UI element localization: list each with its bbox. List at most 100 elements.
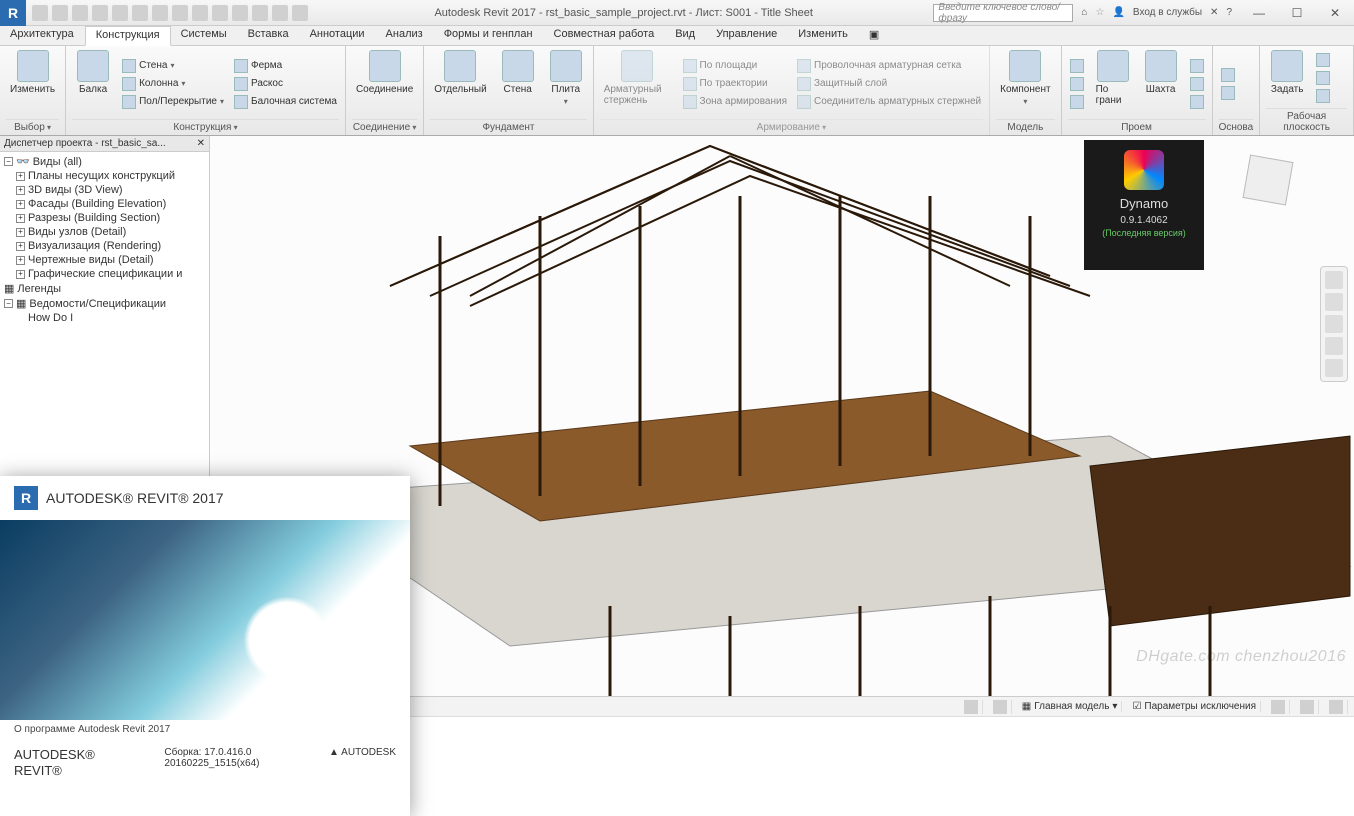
search-input[interactable]: Введите ключевое слово/фразу <box>933 4 1073 22</box>
qat-align-icon[interactable] <box>152 5 168 21</box>
wall-foundation-button[interactable]: Стена <box>497 48 539 119</box>
tab-systems[interactable]: Системы <box>171 26 238 45</box>
truss-button[interactable]: Ферма <box>232 58 339 74</box>
beam-button[interactable]: Балка <box>72 48 114 119</box>
qat-open-icon[interactable] <box>32 5 48 21</box>
modify-button[interactable]: Изменить <box>6 48 59 119</box>
signin-icon[interactable]: 👤 <box>1112 7 1124 18</box>
opening-dormer-button[interactable] <box>1188 94 1206 110</box>
wall-button[interactable]: Стена <box>120 58 226 74</box>
by-face-button[interactable]: По грани <box>1092 48 1134 119</box>
tree-graphic-specs[interactable]: +Графические спецификации и <box>0 267 209 281</box>
opening-extra1-button[interactable] <box>1068 58 1086 74</box>
panel-select-label[interactable]: Выбор <box>6 119 59 135</box>
tab-insert[interactable]: Вставка <box>238 26 300 45</box>
opening-vertical-button[interactable] <box>1188 76 1206 92</box>
refplane-button[interactable] <box>1314 70 1332 86</box>
tree-sections[interactable]: +Разрезы (Building Section) <box>0 211 209 225</box>
opening-extra2-button[interactable] <box>1068 76 1086 92</box>
tab-massing[interactable]: Формы и генплан <box>434 26 544 45</box>
qat-print-icon[interactable] <box>112 5 128 21</box>
expand-icon[interactable]: + <box>16 228 25 237</box>
opening-wall-button[interactable] <box>1188 58 1206 74</box>
show-button[interactable] <box>1314 52 1332 68</box>
select-links-icon[interactable] <box>960 700 983 714</box>
grid-button[interactable] <box>1219 85 1237 101</box>
favorite-icon[interactable]: ☆ <box>1095 7 1104 18</box>
qat-redo-icon[interactable] <box>92 5 108 21</box>
view-cube[interactable] <box>1234 146 1304 216</box>
expand-icon[interactable]: + <box>16 200 25 209</box>
qat-dimension-icon[interactable] <box>172 5 188 21</box>
qat-undo-icon[interactable] <box>72 5 88 21</box>
tree-drafting-views[interactable]: +Чертежные виды (Detail) <box>0 253 209 267</box>
zoom-icon[interactable] <box>1325 315 1343 333</box>
tab-structure[interactable]: Конструкция <box>85 26 171 46</box>
column-button[interactable]: Колонна <box>120 76 226 92</box>
set-button[interactable]: Задать <box>1266 48 1308 108</box>
expand-icon[interactable]: + <box>16 214 25 223</box>
main-model-dropdown[interactable]: ▦ Главная модель ▾ <box>1018 701 1123 712</box>
tree-legends[interactable]: ▦ Легенды <box>0 281 209 296</box>
tree-renderings[interactable]: +Визуализация (Rendering) <box>0 239 209 253</box>
qat-more-icon[interactable] <box>292 5 308 21</box>
qat-text-icon[interactable] <box>212 5 228 21</box>
steering-wheel-icon[interactable] <box>1325 271 1343 289</box>
help-icon[interactable]: ? <box>1226 7 1232 18</box>
exchange-icon[interactable]: ✕ <box>1210 7 1218 18</box>
select-pinned-icon[interactable] <box>989 700 1012 714</box>
browser-header[interactable]: Диспетчер проекта - rst_basic_sa...✕ <box>0 136 209 152</box>
brace-button[interactable]: Раскос <box>232 76 339 92</box>
tree-root-views[interactable]: −👓 Виды (all) <box>0 154 209 169</box>
tab-addins-icon[interactable]: ▣ <box>859 26 890 45</box>
component-button[interactable]: Компонент <box>996 48 1054 119</box>
cube-icon[interactable] <box>1243 155 1294 206</box>
opening-extra3-button[interactable] <box>1068 94 1086 110</box>
minimize-button[interactable]: — <box>1240 0 1278 26</box>
browser-close-icon[interactable]: ✕ <box>197 138 205 149</box>
qat-measure-icon[interactable] <box>132 5 148 21</box>
expand-icon[interactable]: + <box>16 186 25 195</box>
viewer-button[interactable] <box>1314 88 1332 104</box>
exclusion-params-checkbox[interactable]: ☑ Параметры исключения <box>1128 701 1261 712</box>
lookat-icon[interactable] <box>1325 359 1343 377</box>
tab-modify[interactable]: Изменить <box>788 26 859 45</box>
select-elements-icon[interactable] <box>1296 700 1319 714</box>
dynamo-panel[interactable]: Dynamo 0.9.1.4062 (Последняя версия) <box>1084 140 1204 270</box>
floor-button[interactable]: Пол/Перекрытие <box>120 94 226 110</box>
tab-annotate[interactable]: Аннотации <box>300 26 376 45</box>
connection-button[interactable]: Соединение <box>352 48 417 119</box>
isolated-button[interactable]: Отдельный <box>430 48 490 119</box>
tab-manage[interactable]: Управление <box>706 26 788 45</box>
tab-architecture[interactable]: Архитектура <box>0 26 85 45</box>
collapse-icon[interactable]: − <box>4 299 13 308</box>
filter-icon[interactable] <box>1267 700 1290 714</box>
collapse-icon[interactable]: − <box>4 157 13 166</box>
app-logo-icon[interactable]: R <box>0 0 26 26</box>
tree-elevations[interactable]: +Фасады (Building Elevation) <box>0 197 209 211</box>
signin-label[interactable]: Вход в службы <box>1133 7 1202 18</box>
tree-schedules[interactable]: −▦ Ведомости/Спецификации <box>0 296 209 311</box>
expand-icon[interactable]: + <box>16 242 25 251</box>
qat-save-icon[interactable] <box>52 5 68 21</box>
tree-structural-plans[interactable]: +Планы несущих конструкций <box>0 169 209 183</box>
panel-structure-label[interactable]: Конструкция <box>72 119 339 135</box>
panel-reinforcement-label[interactable]: Армирование <box>600 119 983 135</box>
slab-button[interactable]: Плита <box>545 48 587 119</box>
drag-icon[interactable] <box>1325 700 1348 714</box>
beam-system-button[interactable]: Балочная система <box>232 94 339 110</box>
infocenter-icon[interactable]: ⌂ <box>1081 7 1087 18</box>
expand-icon[interactable]: + <box>16 270 25 279</box>
tree-3d-views[interactable]: +3D виды (3D View) <box>0 183 209 197</box>
tab-view[interactable]: Вид <box>665 26 706 45</box>
expand-icon[interactable]: + <box>16 256 25 265</box>
tab-collaborate[interactable]: Совместная работа <box>544 26 666 45</box>
qat-sync-icon[interactable] <box>272 5 288 21</box>
tree-detail-views[interactable]: +Виды узлов (Detail) <box>0 225 209 239</box>
pan-icon[interactable] <box>1325 293 1343 311</box>
qat-section-icon[interactable] <box>252 5 268 21</box>
tab-analyze[interactable]: Анализ <box>376 26 434 45</box>
close-button[interactable]: ✕ <box>1316 0 1354 26</box>
expand-icon[interactable]: + <box>16 172 25 181</box>
maximize-button[interactable]: ☐ <box>1278 0 1316 26</box>
